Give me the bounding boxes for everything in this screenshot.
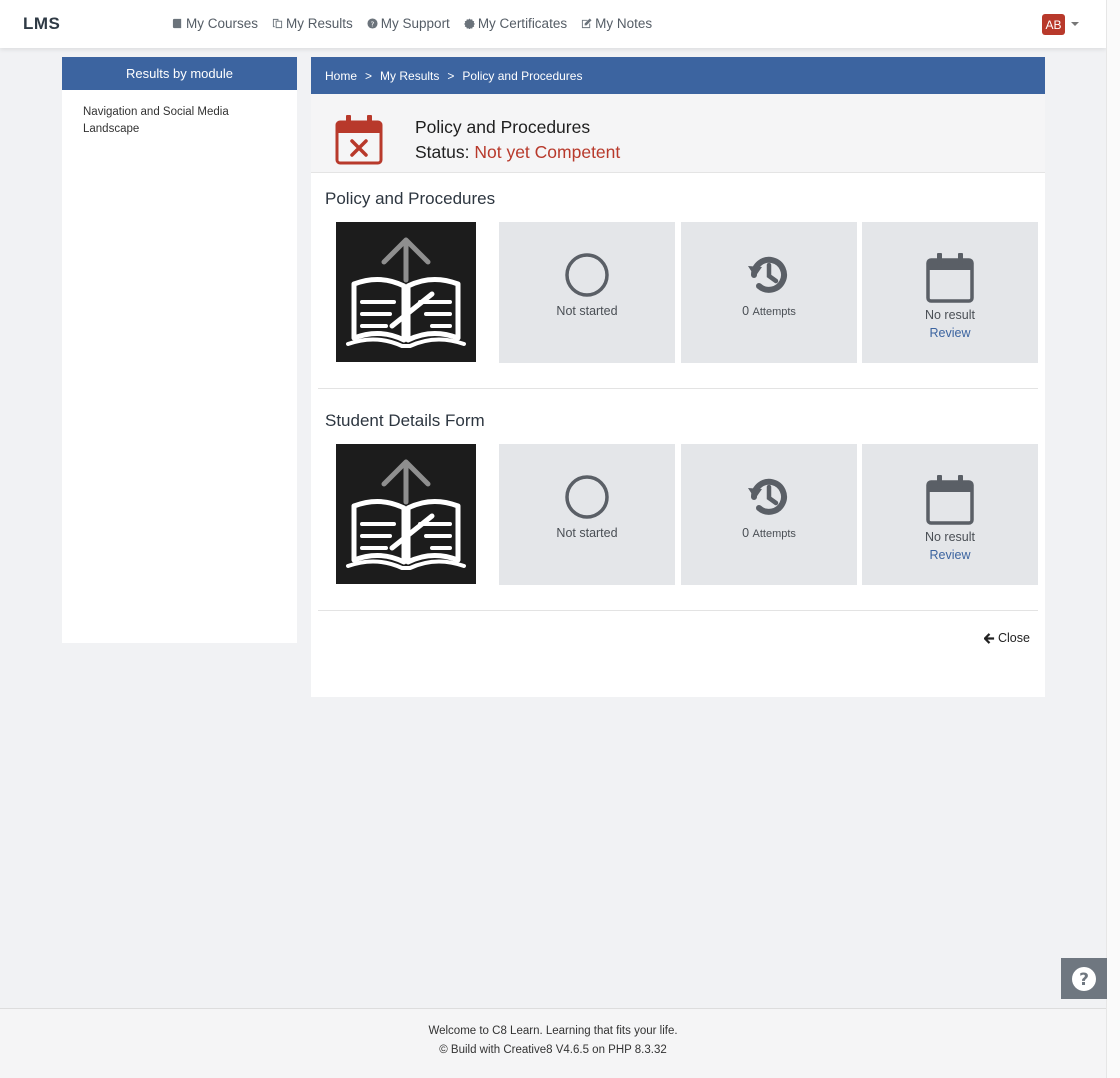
nav-my-courses[interactable]: My Courses [172,16,258,31]
attempts-tile: 0 Attempts [681,222,857,363]
scrollbar[interactable] [1106,0,1120,1078]
summary-title: Policy and Procedures [415,117,591,137]
attempts-text: Attempts [752,528,796,540]
nav-label: My Certificates [477,16,568,31]
summary-status: Status: Not yet Competent [415,142,620,163]
circle-outline-icon [565,475,609,519]
nav-my-certificates[interactable]: My Certificates [463,16,568,31]
book-icon [172,18,182,29]
sidebar-heading: Results by module [62,57,297,90]
chevron-down-icon[interactable] [1071,22,1079,26]
attempts-label: 0 Attempts [742,304,796,318]
nav-my-results[interactable]: My Results [272,16,353,31]
close-button[interactable]: Close [984,631,1030,645]
user-avatar[interactable]: AB [1042,14,1065,35]
nav-my-notes[interactable]: My Notes [581,16,652,31]
review-link[interactable]: Review [930,326,971,340]
activity-thumbnail[interactable] [336,222,476,362]
breadcrumb-separator: > [447,68,455,83]
nav-label: My Notes [595,16,653,31]
result-summary: Policy and Procedures Status: Not yet Co… [311,94,1045,173]
nav-label: My Results [286,16,353,31]
breadcrumb: Home > My Results > Policy and Procedure… [311,57,1045,94]
svg-text:?: ? [370,19,374,28]
footer: Welcome to C8 Learn. Learning that fits … [0,1008,1106,1078]
main-panel: Home > My Results > Policy and Procedure… [311,57,1045,697]
help-button[interactable]: ? [1061,958,1107,999]
progress-label: Not started [556,304,618,318]
progress-tile: Not started [499,444,675,585]
brand-logo[interactable]: LMS [23,14,60,34]
breadcrumb-current: Policy and Procedures [462,68,583,83]
breadcrumb-my-results[interactable]: My Results [380,69,439,83]
section-title: Student Details Form [325,411,485,430]
section-divider [318,388,1038,389]
sidebar-item-module[interactable]: Navigation and Social Media Landscape [62,90,297,138]
history-icon [748,256,787,293]
attempts-text: Attempts [752,306,796,318]
nav-my-support[interactable]: ? My Support [367,16,450,31]
copy-icon [272,18,283,29]
nav-label: My Support [380,16,450,31]
top-navbar: LMS My Courses My Results ? My Support M… [0,0,1106,48]
footer-welcome: Welcome to C8 Learn. Learning that fits … [428,1025,678,1037]
open-book-upload-icon [346,459,466,570]
calendar-times-icon [335,115,383,165]
calendar-icon [926,475,974,525]
circle-outline-icon [565,253,609,297]
certificate-icon [463,18,475,29]
result-tile: No result Review [862,222,1038,363]
attempts-count: 0 [742,526,750,540]
review-link[interactable]: Review [930,548,971,562]
breadcrumb-home[interactable]: Home [325,69,357,83]
edit-icon [582,18,592,29]
sidebar: Results by module Navigation and Social … [62,57,297,643]
breadcrumb-separator: > [365,68,373,83]
status-badge: Not yet Competent [474,142,621,162]
result-tile: No result Review [862,444,1038,585]
section-title: Policy and Procedures [325,189,496,208]
progress-label: Not started [556,526,618,540]
question-circle-icon: ? [367,18,378,29]
footer-build: © Build with Creative8 V4.6.5 on PHP 8.3… [439,1044,667,1056]
attempts-count: 0 [742,304,750,318]
progress-tile: Not started [499,222,675,363]
attempts-tile: 0 Attempts [681,444,857,585]
open-book-upload-icon [346,237,466,348]
calendar-icon [926,253,974,303]
main-nav: My Courses My Results ? My Support My Ce… [172,16,652,31]
svg-text:?: ? [1079,970,1089,990]
history-icon [748,478,787,515]
question-circle-icon: ? [1072,966,1096,991]
result-label: No result [924,530,976,544]
nav-label: My Courses [186,16,259,31]
arrow-left-icon [984,632,995,644]
close-label: Close [998,631,1030,645]
status-label: Status: [415,142,470,162]
section-divider [318,610,1038,611]
result-label: No result [924,308,976,322]
attempts-label: 0 Attempts [742,526,796,540]
activity-thumbnail[interactable] [336,444,476,584]
